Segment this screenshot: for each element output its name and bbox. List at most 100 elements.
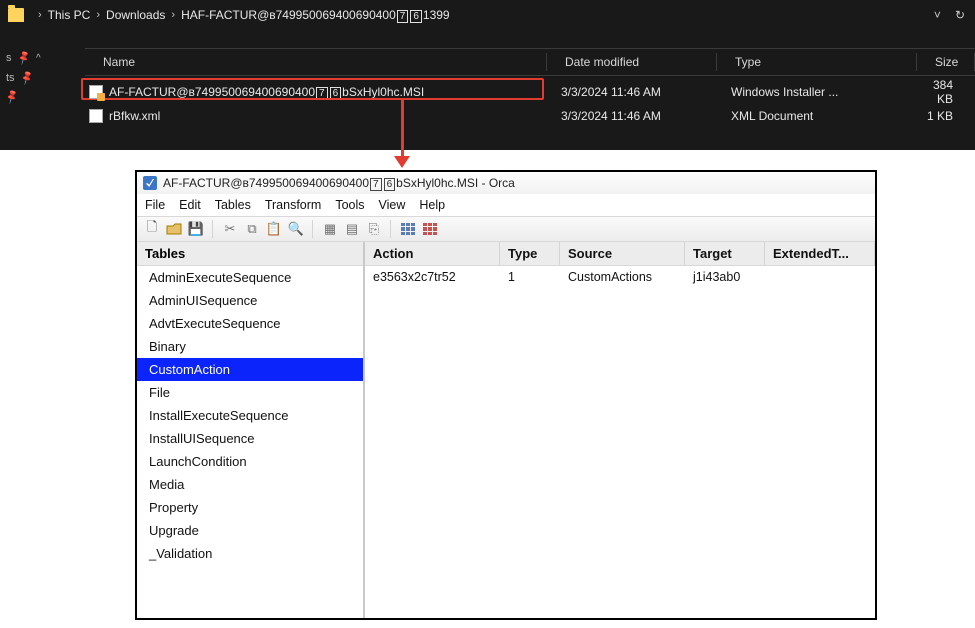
cell-action[interactable]: e3563x2c7tr52 (365, 266, 500, 288)
pin-icon: 📌 (19, 70, 35, 86)
menu-help[interactable]: Help (419, 198, 445, 212)
grid-pane: Action Type Source Target ExtendedT... e… (365, 242, 875, 618)
breadcrumb-this-pc[interactable]: This PC (48, 8, 91, 22)
toolbar-separator (312, 220, 314, 238)
column-name[interactable]: Name (85, 49, 547, 75)
window-title: AF-FACTUR@в74995006940069040076bSxHyl0hc… (163, 176, 515, 190)
save-icon[interactable]: 💾 (187, 220, 205, 238)
file-row[interactable]: AF-FACTUR@в74995006940069040076bSxHyl0hc… (85, 80, 965, 104)
toolbar-separator (212, 220, 214, 238)
file-date: 3/3/2024 11:46 AM (547, 109, 717, 123)
file-row[interactable]: rBfkw.xml 3/3/2024 11:46 AM XML Document… (85, 104, 965, 128)
breadcrumb-folder-name: HAF-FACTUR@в749950069400690400 (181, 8, 396, 22)
xml-file-icon (89, 109, 103, 123)
column-type[interactable]: Type (717, 49, 917, 75)
grid-rows: e3563x2c7tr521CustomActionsj1i43ab0 (365, 266, 875, 288)
orca-app-icon (143, 176, 157, 190)
tables-pane: Tables AdminExecuteSequenceAdminUISequen… (137, 242, 365, 618)
breadcrumb-folder[interactable]: HAF-FACTUR@в749950069400690400761399 (181, 8, 450, 22)
explorer-window: › This PC › Downloads › HAF-FACTUR@в7499… (0, 0, 975, 150)
table-item[interactable]: InstallUISequence (137, 427, 363, 450)
binoculars-icon[interactable]: 🔍 (287, 220, 305, 238)
cell-type[interactable]: 1 (500, 266, 560, 288)
chevron-right-icon: › (38, 9, 42, 21)
col-type[interactable]: Type (500, 242, 560, 265)
file-list: AF-FACTUR@в74995006940069040076bSxHyl0hc… (85, 80, 965, 128)
chevron-down-icon[interactable]: ˅ (934, 8, 941, 22)
table-item[interactable]: AdvtExecuteSequence (137, 312, 363, 335)
table-item[interactable]: LaunchCondition (137, 450, 363, 473)
boxed-char: 7 (397, 10, 409, 23)
tables-list: AdminExecuteSequenceAdminUISequenceAdvtE… (137, 266, 363, 565)
menu-tables[interactable]: Tables (215, 198, 251, 212)
menu-bar: File Edit Tables Transform Tools View He… (137, 194, 875, 216)
file-name: rBfkw.xml (109, 109, 160, 123)
export-icon[interactable]: ⎘ (365, 220, 383, 238)
column-date[interactable]: Date modified (547, 49, 717, 75)
file-size: 384 KB (917, 78, 965, 106)
table-item[interactable]: AdminExecuteSequence (137, 266, 363, 289)
chevron-right-icon: › (171, 9, 175, 21)
column-size[interactable]: Size (917, 49, 975, 75)
cell-target[interactable]: j1i43ab0 (685, 266, 765, 288)
new-row-icon[interactable]: ▤ (343, 220, 361, 238)
file-type: XML Document (717, 109, 917, 123)
file-type: Windows Installer ... (717, 85, 917, 99)
cut-icon[interactable]: ✂ (221, 220, 239, 238)
table-item[interactable]: Media (137, 473, 363, 496)
orca-window: AF-FACTUR@в74995006940069040076bSxHyl0hc… (135, 170, 877, 620)
open-file-icon[interactable] (165, 220, 183, 238)
file-size: 1 KB (917, 109, 965, 123)
toolbar: 🗋 💾 ✂ ⧉ 📋 🔍 ▦ ▤ ⎘ (137, 216, 875, 242)
chevron-right-icon: › (96, 9, 100, 21)
table-item[interactable]: Upgrade (137, 519, 363, 542)
quick-access-item[interactable]: 📌 (0, 88, 55, 107)
title-bar[interactable]: AF-FACTUR@в74995006940069040076bSxHyl0hc… (137, 172, 875, 194)
menu-file[interactable]: File (145, 198, 165, 212)
menu-transform[interactable]: Transform (265, 198, 322, 212)
table-item[interactable]: InstallExecuteSequence (137, 404, 363, 427)
col-extended[interactable]: ExtendedT... (765, 242, 875, 265)
table-item[interactable]: Property (137, 496, 363, 519)
caret-icon: ^ (36, 53, 41, 64)
breadcrumb-downloads[interactable]: Downloads (106, 8, 165, 22)
highlight-box (81, 78, 544, 100)
pin-icon: 📌 (4, 90, 20, 106)
table-item[interactable]: File (137, 381, 363, 404)
col-source[interactable]: Source (560, 242, 685, 265)
pin-icon: 📌 (16, 50, 32, 66)
grid-row[interactable]: e3563x2c7tr521CustomActionsj1i43ab0 (365, 266, 875, 288)
table-item[interactable]: CustomAction (137, 358, 363, 381)
cell-source[interactable]: CustomActions (560, 266, 685, 288)
explorer-nav-pane: s📌^ ts📌 📌 (0, 48, 55, 107)
annotation-arrow (398, 98, 408, 178)
refresh-icon[interactable]: ↻ (955, 8, 965, 22)
table-item[interactable]: _Validation (137, 542, 363, 565)
menu-tools[interactable]: Tools (335, 198, 364, 212)
validate-icon[interactable] (399, 220, 417, 238)
column-headers: Name Date modified Type Size (85, 48, 975, 76)
quick-access-item[interactable]: ts📌 (0, 68, 55, 88)
msi-file-icon (89, 85, 103, 99)
boxed-char: 6 (410, 10, 422, 23)
toolbar-separator (390, 220, 392, 238)
table-item[interactable]: AdminUISequence (137, 289, 363, 312)
grid-header-row: Action Type Source Target ExtendedT... (365, 242, 875, 266)
errors-icon[interactable] (421, 220, 439, 238)
quick-access-item[interactable]: s📌^ (0, 48, 55, 68)
tables-header: Tables (137, 242, 363, 266)
new-file-icon[interactable]: 🗋 (143, 220, 161, 238)
address-bar[interactable]: › This PC › Downloads › HAF-FACTUR@в7499… (0, 0, 975, 30)
menu-view[interactable]: View (379, 198, 406, 212)
paste-icon[interactable]: 📋 (265, 220, 283, 238)
col-target[interactable]: Target (685, 242, 765, 265)
new-table-icon[interactable]: ▦ (321, 220, 339, 238)
file-date: 3/3/2024 11:46 AM (547, 85, 717, 99)
breadcrumb-folder-suffix: 1399 (423, 8, 450, 22)
col-action[interactable]: Action (365, 242, 500, 265)
menu-edit[interactable]: Edit (179, 198, 201, 212)
copy-icon[interactable]: ⧉ (243, 220, 261, 238)
cell-ext[interactable] (765, 266, 875, 288)
table-item[interactable]: Binary (137, 335, 363, 358)
folder-icon (8, 8, 24, 22)
